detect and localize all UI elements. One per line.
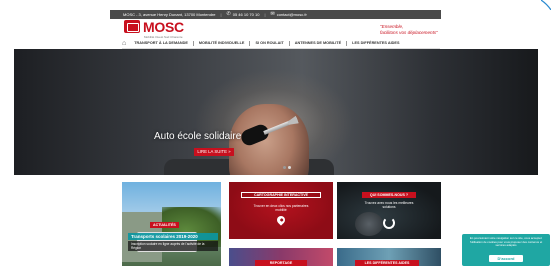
nav-item-mobilite-individuelle[interactable]: MOBILITÉ INDIVIDUELLE	[194, 40, 251, 46]
map-tile-header: CARTOGRAPHIE INTERACTIVE	[241, 192, 321, 198]
logo-mark-icon	[124, 20, 140, 33]
cookie-banner: En poursuivant votre navigation sur ce s…	[462, 234, 550, 266]
read-more-button[interactable]: LIRE LA SUITE »	[194, 148, 234, 156]
nav-item-antennes-mobilite[interactable]: ANTENNES DE MOBILITÉ	[290, 40, 348, 46]
email-link[interactable]: contact@mosc.fr	[277, 10, 307, 19]
separator: |	[220, 12, 222, 17]
site-logo[interactable]: MOSC Mobilité Ouest Sud Charente	[124, 19, 184, 39]
hero-slider[interactable]: Auto école solidaire LIRE LA SUITE »	[14, 49, 538, 175]
map-tile[interactable]: CARTOGRAPHIE INTERACTIVE Trouver en deux…	[229, 182, 333, 239]
map-pin-icon	[275, 214, 287, 226]
address-text: MOSC - 3, avenue Henry Dunant, 13700 Mon…	[123, 12, 216, 17]
top-info-bar: MOSC - 3, avenue Henry Dunant, 13700 Mon…	[110, 10, 441, 19]
who-tile-image	[355, 212, 383, 236]
news-title: Transports scolaires 2019-2020	[128, 233, 218, 240]
logo-name: MOSC	[143, 19, 184, 35]
main-nav: ⌂ TRANSPORT À LA DEMANDE MOBILITÉ INDIVI…	[122, 38, 404, 48]
nav-item-transport-demande[interactable]: TRANSPORT À LA DEMANDE	[129, 40, 194, 46]
aids-tile-header: LES DIFFÉRENTES AIDES	[355, 260, 419, 266]
who-are-we-tile[interactable]: QUI SOMMES-NOUS ? Trouvez avec nous les …	[337, 182, 441, 239]
map-tile-subtitle: Trouver en deux clics nos partenaires mo…	[253, 204, 309, 212]
phone-link[interactable]: 05 46 10 70 10	[233, 10, 260, 19]
cookie-accept-button[interactable]: D'accord	[489, 255, 523, 262]
nav-item-si-on-roulait[interactable]: SI ON ROULAIT	[250, 40, 290, 46]
news-badge: ACTUALITÉS	[150, 222, 179, 228]
report-tile-header: REPORTAGE	[255, 260, 307, 266]
aids-tile[interactable]: LES DIFFÉRENTES AIDES	[337, 248, 441, 266]
news-tile[interactable]: ACTUALITÉS Transports scolaires 2019-202…	[122, 182, 221, 266]
phone-icon: ✆	[226, 11, 231, 17]
nav-item-differentes-aides[interactable]: LES DIFFÉRENTES AIDES	[347, 41, 404, 46]
home-icon[interactable]: ⌂	[122, 40, 126, 47]
tagline-line2: facilitons vos déplacements"	[380, 30, 438, 35]
cookie-text: En poursuivant votre navigation sur ce s…	[469, 236, 543, 248]
refresh-icon	[383, 217, 395, 229]
report-tile[interactable]: REPORTAGE	[229, 248, 333, 266]
hero-title: Auto école solidaire	[154, 131, 242, 142]
page: MOSC - 3, avenue Henry Dunant, 13700 Mon…	[0, 0, 551, 266]
slider-dot-1[interactable]	[283, 166, 286, 169]
page-curl-icon	[541, 0, 551, 10]
slider-dot-2[interactable]	[288, 166, 291, 169]
tagline: "Ensemble, facilitons vos déplacements"	[380, 24, 438, 36]
separator: |	[264, 12, 266, 17]
news-text: Inscription scolaire en ligne auprès de …	[128, 241, 218, 251]
slider-dots	[283, 166, 291, 169]
mail-icon: ✉	[270, 11, 275, 17]
who-tile-header: QUI SOMMES-NOUS ?	[362, 192, 416, 198]
who-tile-subtitle: Trouvez avec nous les meilleures solutio…	[364, 201, 414, 209]
